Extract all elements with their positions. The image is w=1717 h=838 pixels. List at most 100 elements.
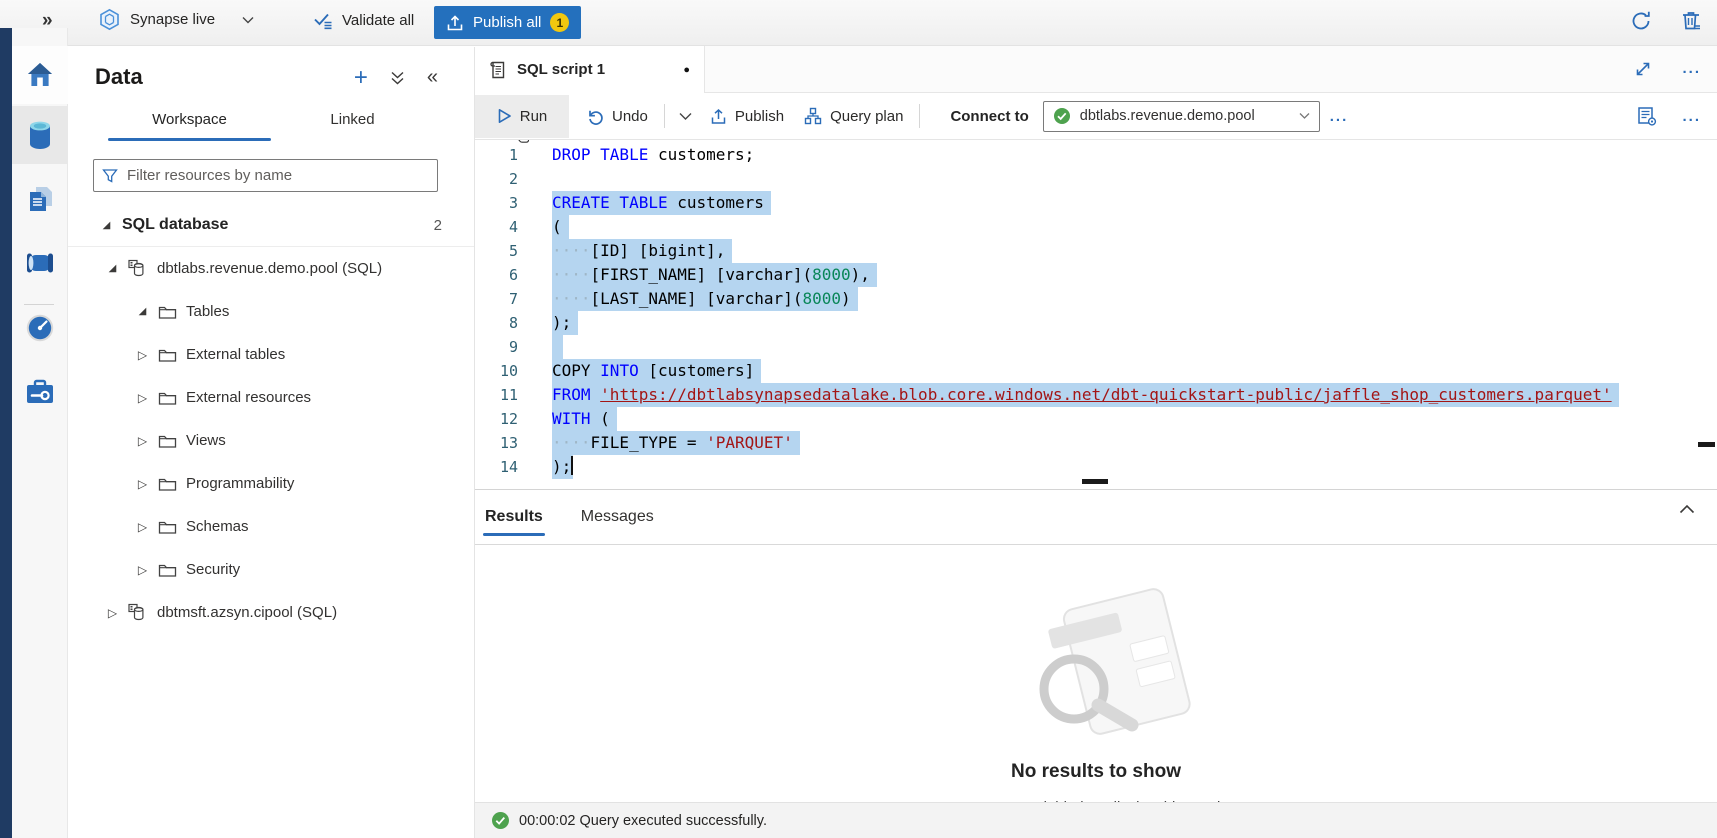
hub-develop[interactable]: [12, 170, 68, 228]
code-line-10[interactable]: 10COPY INTO [customers]: [475, 359, 1717, 383]
query-plan-button[interactable]: Query plan: [794, 95, 913, 138]
data-explorer-panel: Data + « Workspace Linked ◢SQL database2…: [68, 47, 475, 838]
publish-all-button[interactable]: Publish all 1: [434, 6, 581, 39]
collapse-results-chevron-icon[interactable]: [1679, 504, 1695, 514]
code-line-6[interactable]: 6····[FIRST_NAME] [varchar](8000),: [475, 263, 1717, 287]
expand-node-icon[interactable]: ▷: [136, 563, 149, 577]
no-results-empty-state: No results to show Your query yielded no…: [475, 545, 1717, 816]
tree-item-external-resources[interactable]: ▷ External resources: [68, 376, 474, 419]
tree-item-schemas[interactable]: ▷ Schemas: [68, 505, 474, 548]
code-line-7[interactable]: 7····[LAST_NAME] [varchar](8000): [475, 287, 1717, 311]
database-cylinder-icon: [26, 120, 54, 150]
expand-node-icon[interactable]: ▷: [136, 348, 149, 362]
expand-node-icon[interactable]: ▷: [136, 520, 149, 534]
tree-item-views[interactable]: ▷ Views: [68, 419, 474, 462]
line-number: 5: [475, 239, 552, 263]
filter-box: [93, 159, 438, 192]
mouse-hand-cursor: [515, 140, 534, 145]
undo-menu-chevron-icon[interactable]: [671, 112, 700, 121]
success-check-icon: [491, 811, 510, 830]
expand-node-icon[interactable]: ▷: [136, 391, 149, 405]
line-number: 9: [475, 335, 552, 359]
line-number: 1: [475, 143, 552, 167]
connection-ok-icon: [1053, 107, 1071, 125]
tree-item-tables[interactable]: ◢ Tables: [68, 290, 474, 333]
line-number: 11: [475, 383, 552, 407]
sql-code-editor[interactable]: 1DROP TABLE customers;23CREATE TABLE cus…: [475, 140, 1717, 489]
folder-icon: [158, 347, 177, 363]
publish-icon: [710, 108, 727, 125]
hub-integrate[interactable]: [12, 234, 68, 292]
hub-data-active[interactable]: [12, 106, 68, 164]
toolbar-divider: [919, 104, 920, 128]
view-settings-icon[interactable]: [1636, 105, 1658, 127]
publish-button[interactable]: Publish: [700, 95, 794, 138]
tree-item-label: dbtlabs.revenue.demo.pool (SQL): [157, 260, 382, 277]
unsaved-changes-dot: ●: [683, 64, 690, 76]
document-tabstrip: SQL script 1 ● ...: [475, 46, 1717, 93]
add-resource-button[interactable]: +: [354, 67, 368, 89]
connect-to-pool-dropdown[interactable]: dbtlabs.revenue.demo.pool: [1043, 101, 1320, 132]
tab-sql-script-1[interactable]: SQL script 1 ●: [475, 46, 705, 93]
expand-editor-icon[interactable]: [1634, 60, 1652, 78]
expand-node-icon[interactable]: ▷: [136, 477, 149, 491]
hub-home[interactable]: [12, 46, 68, 104]
editor-more-actions-icon[interactable]: ...: [1682, 108, 1701, 125]
scrollbar-mark[interactable]: [1698, 442, 1715, 447]
tree-item-label: Schemas: [186, 518, 249, 535]
tree-item-external-tables[interactable]: ▷ External tables: [68, 333, 474, 376]
code-line-2[interactable]: 2: [475, 167, 1717, 191]
code-line-14[interactable]: 14);: [475, 455, 1717, 479]
tab-workspace[interactable]: Workspace: [108, 105, 271, 141]
hub-monitor[interactable]: [12, 299, 68, 357]
code-line-1[interactable]: 1DROP TABLE customers;: [475, 143, 1717, 167]
filter-resources-input[interactable]: [125, 166, 429, 185]
run-label: Run: [520, 108, 548, 125]
collapse-node-icon[interactable]: ◢: [100, 220, 113, 231]
validate-all-button[interactable]: Validate all: [312, 9, 414, 31]
connect-to-label: Connect to: [950, 108, 1028, 125]
tab-linked[interactable]: Linked: [271, 105, 434, 141]
horizontal-scrollbar-thumb[interactable]: [1082, 479, 1108, 484]
folder-icon: [158, 304, 177, 320]
collapse-panel-icon[interactable]: «: [427, 66, 438, 89]
tree-item-dbtlabs-revenue-demo-pool-sql[interactable]: ◢ dbtlabs.revenue.demo.pool (SQL): [68, 247, 474, 290]
code-line-11[interactable]: 11FROM 'https://dbtlabsynapsedatalake.bl…: [475, 383, 1717, 407]
workspace-mode-dropdown[interactable]: Synapse live: [98, 8, 254, 31]
home-icon: [25, 61, 55, 89]
tab-more-actions-icon[interactable]: ...: [1682, 60, 1701, 78]
refresh-icon[interactable]: [1629, 9, 1653, 33]
text-cursor: [571, 456, 573, 475]
code-line-4[interactable]: 4(: [475, 215, 1717, 239]
tree-item-programmability[interactable]: ▷ Programmability: [68, 462, 474, 505]
collapse-node-icon[interactable]: ◢: [106, 263, 119, 274]
line-number: 6: [475, 263, 552, 287]
expand-node-icon[interactable]: ▷: [106, 606, 119, 620]
code-line-8[interactable]: 8);: [475, 311, 1717, 335]
doc-tab-title: SQL script 1: [517, 61, 605, 78]
tree-item-dbtmsft-azsyn-cipool-sql[interactable]: ▷ dbtmsft.azsyn.cipool (SQL): [68, 591, 474, 634]
discard-trash-icon[interactable]: [1679, 9, 1703, 33]
code-line-13[interactable]: 13····FILE_TYPE = 'PARQUET': [475, 431, 1717, 455]
validate-check-icon: [312, 9, 334, 31]
tab-messages[interactable]: Messages: [579, 502, 656, 536]
collapse-node-icon[interactable]: ◢: [136, 306, 149, 317]
tree-item-security[interactable]: ▷ Security: [68, 548, 474, 591]
sql-pool-database-icon: [128, 603, 148, 622]
code-line-5[interactable]: 5····[ID] [bigint],: [475, 239, 1717, 263]
sql-pool-database-icon: [128, 259, 148, 278]
hub-manage[interactable]: [12, 363, 68, 421]
code-line-3[interactable]: 3CREATE TABLE customers: [475, 191, 1717, 215]
workspace-mode-label: Synapse live: [130, 11, 215, 28]
line-number: 12: [475, 407, 552, 431]
double-chevron-down-icon[interactable]: [390, 70, 405, 86]
toolbar-more-actions-icon[interactable]: ...: [1320, 108, 1359, 125]
undo-button[interactable]: Undo: [577, 95, 658, 138]
tab-results[interactable]: Results: [483, 502, 545, 536]
code-line-9[interactable]: 9: [475, 335, 1717, 359]
expand-node-icon[interactable]: ▷: [136, 434, 149, 448]
code-line-12[interactable]: 12WITH (: [475, 407, 1717, 431]
tree-item-sql-database[interactable]: ◢SQL database2: [68, 204, 474, 247]
sql-script-icon: [489, 60, 507, 80]
run-button[interactable]: Run: [475, 95, 569, 138]
